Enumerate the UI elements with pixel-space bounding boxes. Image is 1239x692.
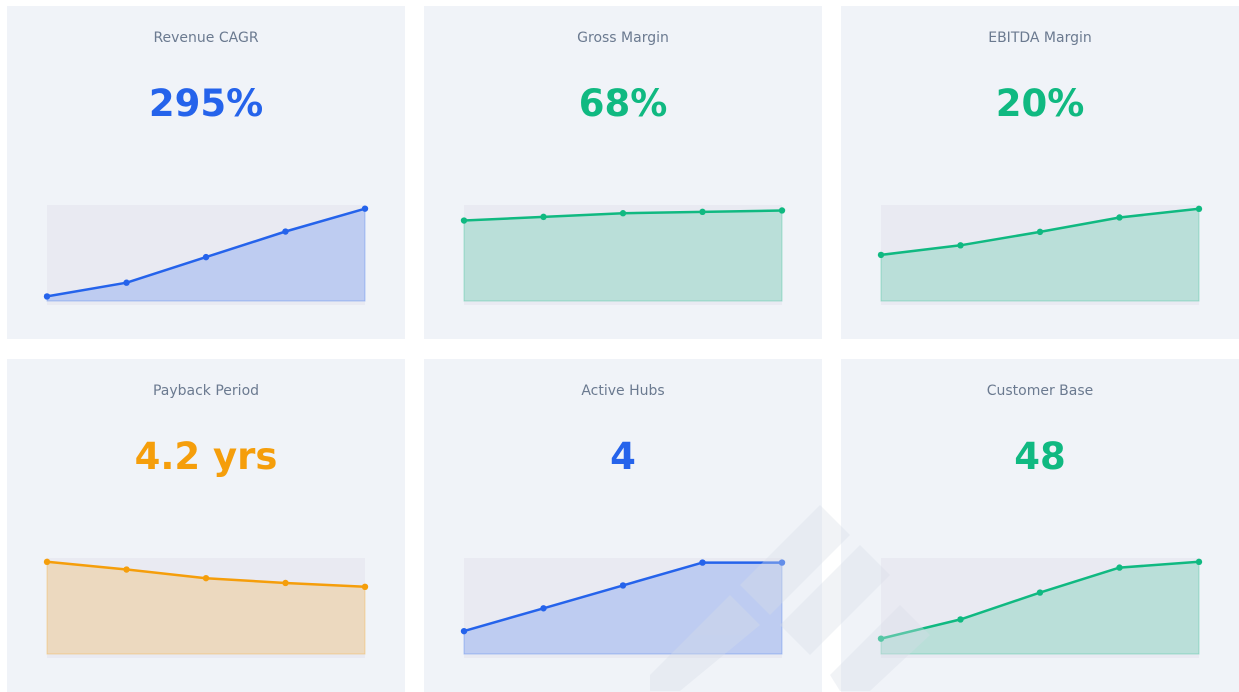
kpi-value: 48 xyxy=(1014,435,1066,478)
sparkline-chart xyxy=(877,558,1203,658)
data-point xyxy=(877,635,885,642)
data-point xyxy=(123,279,130,286)
kpi-title: EBITDA Margin xyxy=(988,30,1092,46)
data-point xyxy=(202,253,210,261)
data-point xyxy=(282,579,289,587)
data-point xyxy=(957,616,964,623)
sparkline-chart xyxy=(43,205,369,305)
data-point xyxy=(460,627,468,635)
data-point xyxy=(778,207,786,214)
data-point xyxy=(778,559,786,566)
data-point xyxy=(1195,558,1203,566)
data-point xyxy=(361,205,369,212)
data-point xyxy=(1036,228,1044,236)
data-point xyxy=(282,228,289,235)
data-point xyxy=(957,242,964,249)
data-point xyxy=(460,217,468,224)
data-point xyxy=(699,208,706,216)
data-point xyxy=(202,574,210,582)
kpi-value: 295% xyxy=(148,82,264,125)
data-point xyxy=(619,582,627,589)
area-fill xyxy=(463,209,783,302)
kpi-title: Payback Period xyxy=(152,383,260,399)
kpi-card-gross-margin: Gross Margin 68% xyxy=(424,6,822,339)
data-point xyxy=(1116,214,1123,221)
data-point xyxy=(1195,205,1203,213)
kpi-card-payback-period: Payback Period 4.2 yrs xyxy=(7,359,405,692)
sparkline-chart xyxy=(43,558,369,658)
sparkline-chart xyxy=(460,205,786,305)
kpi-value: 68% xyxy=(578,82,668,125)
sparkline-chart xyxy=(460,558,786,658)
data-point xyxy=(699,559,706,566)
data-point xyxy=(619,210,627,217)
data-point xyxy=(877,251,885,259)
data-point xyxy=(361,583,369,590)
data-point xyxy=(1116,564,1123,571)
kpi-card-ebitda-margin: EBITDA Margin 20% xyxy=(841,6,1239,339)
sparkline-chart xyxy=(877,205,1203,305)
kpi-value: 20% xyxy=(995,82,1085,125)
data-point xyxy=(123,566,130,573)
kpi-value: 4 xyxy=(610,435,636,478)
kpi-card-customer-base: Customer Base 48 xyxy=(841,359,1239,692)
data-point xyxy=(43,558,51,566)
kpi-card-active-hubs: Active Hubs 4 xyxy=(424,359,822,692)
kpi-title: Customer Base xyxy=(986,383,1094,399)
kpi-card-revenue-cagr: Revenue CAGR 295% xyxy=(7,6,405,339)
data-point xyxy=(540,605,547,612)
kpi-value: 4.2 yrs xyxy=(134,435,278,478)
data-point xyxy=(43,293,51,300)
kpi-title: Gross Margin xyxy=(577,30,669,46)
data-point xyxy=(540,213,547,221)
kpi-title: Revenue CAGR xyxy=(153,30,259,46)
data-point xyxy=(1036,589,1044,596)
kpi-title: Active Hubs xyxy=(581,383,665,399)
